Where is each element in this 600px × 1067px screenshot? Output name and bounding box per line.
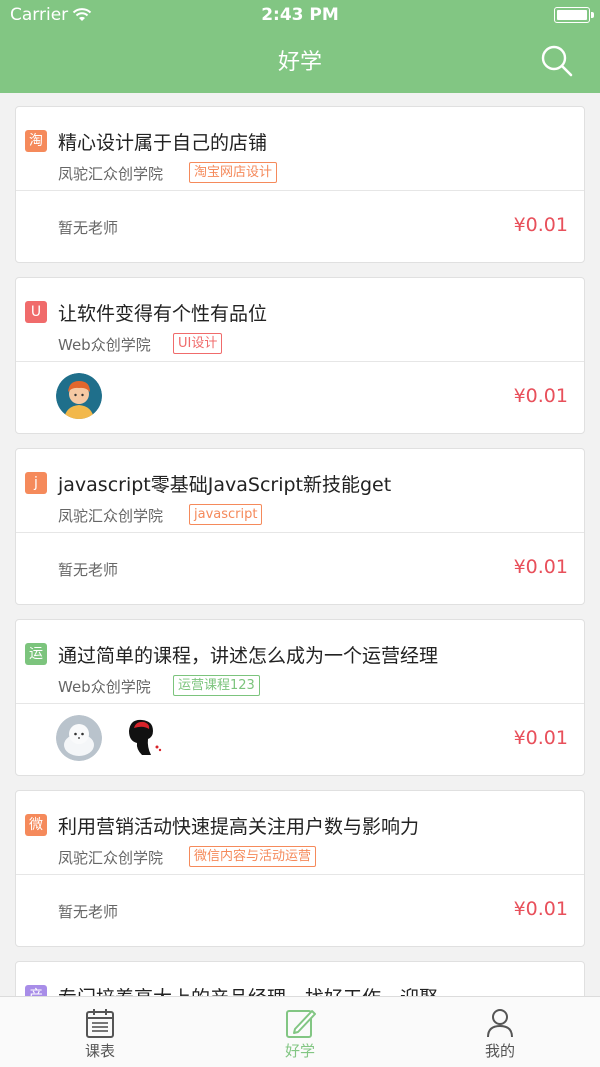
person-icon xyxy=(487,1009,513,1038)
tab-learn[interactable]: 好学 xyxy=(200,997,400,1067)
teacher-label: 暂无老师 xyxy=(58,903,119,921)
course-title: 利用营销活动快速提高关注用户数与影响力 xyxy=(58,816,420,838)
course-price: ¥0.01 xyxy=(513,385,568,407)
tab-label: 课表 xyxy=(84,1042,115,1060)
course-price: ¥0.01 xyxy=(513,214,568,236)
teacher-label: 暂无老师 xyxy=(58,561,119,579)
app-header: Carrier 2:43 PM 好学 xyxy=(0,0,600,93)
course-title: javascript零基础JavaScript新技能get xyxy=(58,474,392,496)
school-name: 凤驼汇众创学院 xyxy=(58,507,164,525)
teacher-label: 暂无老师 xyxy=(58,219,119,237)
tab-me[interactable]: 我的 xyxy=(400,997,600,1067)
course-list[interactable]: 淘 精心设计属于自己的店铺 凤驼汇众创学院 淘宝网店设计 暂无老师 ¥0.01 … xyxy=(0,93,600,996)
course-card-header: 淘 精心设计属于自己的店铺 凤驼汇众创学院 淘宝网店设计 xyxy=(16,107,584,191)
page-title: 好学 xyxy=(277,50,322,75)
course-card-header: U 让软件变得有个性有品位 Web众创学院 UI设计 xyxy=(16,278,584,362)
category-badge: 淘 xyxy=(25,130,47,152)
course-card-header: j javascript零基础JavaScript新技能get 凤驼汇众创学院 … xyxy=(16,449,584,533)
tab-label: 好学 xyxy=(284,1042,315,1060)
course-price: ¥0.01 xyxy=(513,727,568,749)
course-card[interactable]: 微 利用营销活动快速提高关注用户数与影响力 凤驼汇众创学院 微信内容与活动运营 … xyxy=(15,790,585,947)
course-price: ¥0.01 xyxy=(513,556,568,578)
category-badge: 产 xyxy=(25,985,47,996)
school-name: 凤驼汇众创学院 xyxy=(58,165,164,183)
course-card-header: 运 通过简单的课程，讲述怎么成为一个运营经理 Web众创学院 运营课程123 xyxy=(16,620,584,704)
search-icon[interactable] xyxy=(540,44,574,78)
category-badge: 运 xyxy=(25,643,47,665)
course-card[interactable]: 运 通过简单的课程，讲述怎么成为一个运营经理 Web众创学院 运营课程123 ¥… xyxy=(15,619,585,776)
pen-note-icon xyxy=(286,1010,316,1038)
course-card[interactable]: j javascript零基础JavaScript新技能get 凤驼汇众创学院 … xyxy=(15,448,585,605)
course-card[interactable]: 淘 精心设计属于自己的店铺 凤驼汇众创学院 淘宝网店设计 暂无老师 ¥0.01 xyxy=(15,106,585,263)
status-time: 2:43 PM xyxy=(261,5,339,25)
course-tag: 运营课程123 xyxy=(173,675,260,696)
course-tag: UI设计 xyxy=(173,333,223,354)
course-title: 通过简单的课程，讲述怎么成为一个运营经理 xyxy=(58,645,439,667)
course-tag: 淘宝网店设计 xyxy=(189,162,278,183)
course-price: ¥0.01 xyxy=(513,898,568,920)
category-badge: U xyxy=(25,301,47,323)
tab-schedule[interactable]: 课表 xyxy=(0,997,200,1067)
course-card-header: 微 利用营销活动快速提高关注用户数与影响力 凤驼汇众创学院 微信内容与活动运营 xyxy=(16,791,584,875)
calendar-icon xyxy=(86,1009,114,1038)
teacher-avatar[interactable] xyxy=(56,715,102,761)
category-badge: 微 xyxy=(25,814,47,836)
course-card[interactable]: 产 专门培养高大上的产品经理，找好工作，迎娶 xyxy=(15,961,585,996)
tab-bar: 课表 好学 我的 xyxy=(0,996,600,1067)
course-tag: javascript xyxy=(189,504,263,525)
teacher-avatar[interactable] xyxy=(56,373,102,419)
course-title: 精心设计属于自己的店铺 xyxy=(58,132,268,154)
course-title: 让软件变得有个性有品位 xyxy=(58,303,268,325)
course-tag: 微信内容与活动运营 xyxy=(189,846,317,867)
tab-label: 我的 xyxy=(484,1042,515,1060)
teacher-avatar[interactable] xyxy=(120,715,166,761)
course-title: 专门培养高大上的产品经理，找好工作，迎娶 xyxy=(58,983,438,996)
course-card[interactable]: U 让软件变得有个性有品位 Web众创学院 UI设计 ¥0.01 xyxy=(15,277,585,434)
school-name: Web众创学院 xyxy=(58,336,151,354)
school-name: Web众创学院 xyxy=(58,678,151,696)
status-bar: Carrier 2:43 PM xyxy=(0,0,600,30)
course-card-header: 产 专门培养高大上的产品经理，找好工作，迎娶 xyxy=(16,962,584,996)
school-name: 凤驼汇众创学院 xyxy=(58,849,164,867)
battery-icon xyxy=(554,7,594,23)
category-badge: j xyxy=(25,472,47,494)
